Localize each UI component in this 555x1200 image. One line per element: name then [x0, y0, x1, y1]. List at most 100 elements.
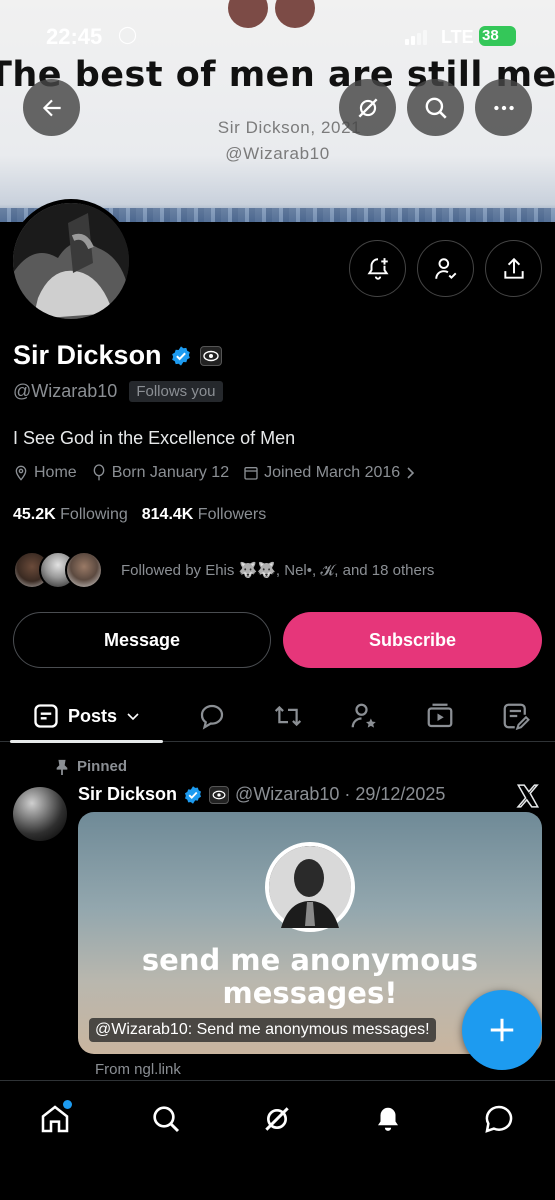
profile-name-row: Sir Dickson	[13, 340, 222, 371]
grok-icon	[265, 1107, 289, 1131]
nav-search[interactable]	[146, 1099, 186, 1139]
bell-icon	[378, 1107, 398, 1131]
following-label: Following	[60, 506, 128, 523]
tab-highlights[interactable]	[342, 690, 386, 742]
active-tab-indicator	[10, 740, 163, 743]
tab-reposts[interactable]	[266, 690, 310, 742]
signal-icon	[405, 30, 427, 45]
nav-home[interactable]	[35, 1099, 75, 1139]
eye-icon	[212, 790, 226, 799]
x-logo-icon	[516, 784, 540, 808]
card-source[interactable]: From ngl.link	[95, 1061, 181, 1078]
pinned-label: Pinned	[55, 758, 127, 775]
followed-by-row[interactable]: Followed by Ehis 🐺🐺, Nel•, 𝓚, and 18 oth…	[13, 551, 434, 589]
card-avatar	[265, 842, 355, 932]
profile-tabs: Posts	[0, 690, 555, 742]
post-author-avatar[interactable]	[13, 787, 67, 841]
message-button[interactable]: Message	[13, 612, 271, 668]
profile-name: Sir Dickson	[13, 340, 162, 370]
tab-articles[interactable]	[494, 690, 538, 742]
location-text: Home	[34, 464, 77, 481]
posts-icon	[34, 704, 58, 728]
location-icon	[15, 465, 27, 481]
more-button[interactable]	[475, 79, 532, 136]
pin-icon	[56, 759, 68, 775]
grok-button[interactable]	[339, 79, 396, 136]
post-handle-date: @Wizarab10 · 29/12/2025	[235, 784, 446, 804]
nav-notifications[interactable]	[368, 1099, 408, 1139]
followers-stat[interactable]: 814.4K Followers	[142, 506, 267, 524]
video-icon	[427, 703, 453, 728]
joined-item[interactable]: Joined March 2016	[243, 464, 417, 482]
location-item: Home	[13, 464, 77, 482]
followed-by-text: Followed by Ehis 🐺🐺, Nel•, 𝓚, and 18 oth…	[121, 562, 435, 579]
following-stat[interactable]: 45.2K Following	[13, 506, 128, 524]
tab-posts[interactable]: Posts	[10, 690, 163, 742]
banner-signature: Sir Dickson, 2021	[217, 118, 362, 137]
more-icon	[493, 105, 514, 110]
card-caption: @Wizarab10: Send me anonymous messages!	[89, 1018, 436, 1042]
tab-replies[interactable]	[190, 690, 234, 742]
subscribe-button[interactable]: Subscribe	[283, 612, 542, 668]
card-avatar-photo	[269, 846, 351, 928]
search-button[interactable]	[407, 79, 464, 136]
profile-avatar[interactable]	[9, 199, 133, 323]
network-type: LTE	[441, 27, 474, 47]
chevron-down-icon	[127, 713, 139, 721]
article-icon	[503, 703, 530, 731]
follow-stats: 45.2K Following 814.4K Followers	[13, 506, 266, 524]
following-button[interactable]	[417, 240, 474, 297]
follower-avatar	[65, 551, 103, 589]
share-button[interactable]	[485, 240, 542, 297]
verified-badge-icon	[185, 785, 202, 804]
bell-plus-icon	[367, 257, 388, 280]
tab-posts-label: Posts	[67, 705, 118, 726]
affiliate-badge-icon	[209, 785, 230, 804]
avatar-photo	[13, 203, 129, 319]
share-icon	[503, 257, 524, 279]
chat-icon	[485, 1105, 513, 1133]
person-star-icon	[351, 703, 376, 728]
profile-handle: @Wizarab10	[13, 381, 118, 401]
affiliate-badge-icon[interactable]	[199, 345, 222, 366]
eye-icon	[202, 350, 219, 361]
birthday-item: Born January 12	[91, 464, 229, 482]
plus-icon	[490, 1018, 514, 1042]
person-check-icon	[434, 257, 456, 279]
chevron-right-icon	[407, 467, 415, 479]
banner-signature-handle: @Wizarab10	[225, 144, 330, 163]
nav-grok[interactable]	[257, 1099, 297, 1139]
search-icon	[153, 1106, 180, 1133]
post-author-name[interactable]: Sir Dickson	[78, 784, 177, 805]
repost-icon	[274, 705, 302, 727]
verified-badge-icon[interactable]	[170, 345, 192, 367]
search-icon	[425, 97, 447, 119]
notify-button[interactable]	[349, 240, 406, 297]
profile-bio: I See God in the Excellence of Men	[13, 428, 296, 448]
reply-icon	[200, 704, 224, 730]
status-time: 22:45	[46, 24, 103, 49]
balloon-icon	[93, 464, 105, 481]
notification-dot	[63, 1100, 72, 1109]
joined-text: Joined March 2016	[264, 464, 401, 481]
followers-label: Followers	[197, 506, 267, 523]
nav-messages[interactable]	[479, 1099, 519, 1139]
grok-icon	[357, 97, 378, 118]
compose-button[interactable]	[462, 990, 542, 1070]
card-headline: send me anonymous messages!	[141, 943, 479, 1010]
status-bar: 22:45 ◯ LTE 38	[0, 0, 555, 70]
back-button[interactable]	[23, 79, 80, 136]
following-count: 45.2K	[13, 506, 56, 523]
tab-media[interactable]	[418, 690, 462, 742]
pinned-text: Pinned	[77, 758, 128, 775]
bottom-nav	[0, 1080, 555, 1200]
post-header: Sir Dickson @Wizarab10 · 29/12/2025	[78, 784, 445, 805]
follows-you-badge: Follows you	[129, 381, 223, 402]
birthday-text: Born January 12	[111, 464, 230, 481]
focus-icon: ◯	[118, 25, 138, 44]
battery-level: 38	[479, 26, 516, 46]
arrow-left-icon	[42, 99, 61, 116]
profile-handle-row: @Wizarab10 Follows you	[13, 381, 223, 402]
profile-meta: Home Born January 12 Joined March 2016	[13, 464, 417, 482]
calendar-icon	[244, 467, 258, 480]
